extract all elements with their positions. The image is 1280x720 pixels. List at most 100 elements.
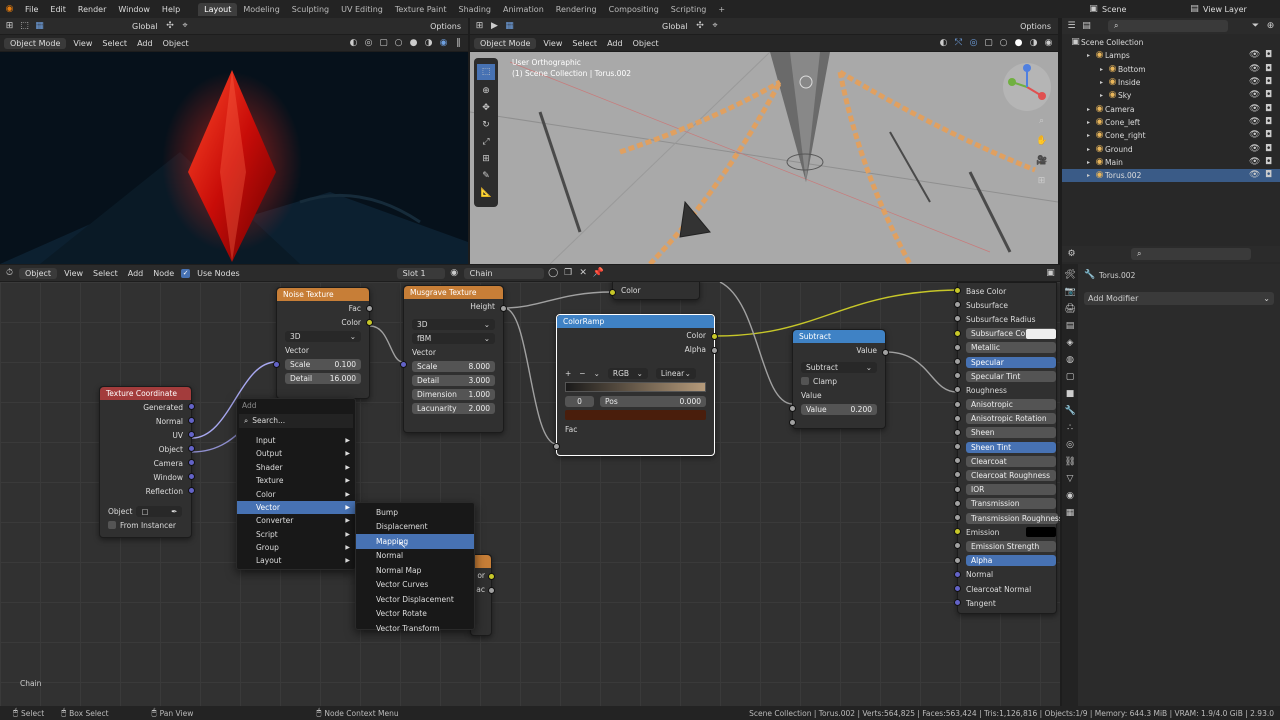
outliner-item[interactable]: ▸ ◉ Lamps 👁 ◘ <box>1062 49 1280 62</box>
expand-icon[interactable]: ▸ <box>1083 50 1094 61</box>
pause-render-icon[interactable]: ‖ <box>453 38 464 49</box>
vector-submenu-item[interactable]: Vector Transform <box>356 621 474 636</box>
socket-alpha[interactable] <box>711 347 718 354</box>
render-camera-icon[interactable]: ◘ <box>1263 144 1274 155</box>
expand-icon[interactable]: ▸ <box>1083 104 1094 115</box>
input-socket[interactable] <box>954 372 961 380</box>
render-tab-icon[interactable]: 📷 <box>1065 287 1076 298</box>
color-output-node[interactable]: Color <box>609 282 700 300</box>
render-camera-icon[interactable]: ◘ <box>1263 130 1274 141</box>
bsdf-input-row[interactable]: IOR <box>954 483 1056 497</box>
bsdf-input-row[interactable]: Anisotropic <box>954 398 1056 412</box>
socket-fac[interactable] <box>553 443 560 450</box>
expand-icon[interactable]: ▸ <box>1096 77 1107 88</box>
tab-layout[interactable]: Layout <box>198 2 238 16</box>
add-modifier-button[interactable]: Add Modifier ⌄ <box>1084 292 1274 305</box>
vector-submenu-item[interactable]: Vector Rotate <box>356 607 474 622</box>
bsdf-field[interactable]: Specular Tint <box>966 370 1056 382</box>
render-camera-icon[interactable]: ◘ <box>1263 77 1274 88</box>
tool-tab-icon[interactable]: 🛠 <box>1065 270 1076 281</box>
subsurface-color-swatch[interactable] <box>1026 328 1056 339</box>
bsdf-field[interactable]: Transmission <box>966 498 1056 510</box>
add-menu-item[interactable]: Vector ▶ <box>237 500 355 515</box>
input-socket[interactable] <box>954 400 961 408</box>
bsdf-field[interactable]: Transmission Roughness <box>966 512 1060 524</box>
scale-tool-icon[interactable]: ⤢ <box>481 137 492 148</box>
options-dropdown[interactable]: Options <box>427 22 464 31</box>
visibility-eye-icon[interactable]: 👁 <box>1249 104 1260 115</box>
bsdf-field[interactable]: Sheen Tint <box>966 441 1056 453</box>
socket-value-out[interactable] <box>882 349 889 356</box>
display-mode-icon[interactable]: ▤ <box>1081 21 1092 32</box>
menu-object[interactable]: Object <box>630 39 662 48</box>
annotate-tool-icon[interactable]: ✎ <box>481 171 492 182</box>
measure-tool-icon[interactable]: 📐 <box>481 188 492 199</box>
render-camera-icon[interactable]: ◘ <box>1263 157 1274 168</box>
bsdf-field[interactable]: Specular <box>966 356 1056 368</box>
bsdf-field[interactable]: IOR <box>966 484 1056 496</box>
vector-submenu-item[interactable]: Vector Displacement <box>356 592 474 607</box>
cursor-tool-icon[interactable]: ⊕ <box>481 86 492 97</box>
from-instancer-checkbox[interactable] <box>108 521 116 529</box>
output-socket[interactable] <box>188 431 195 438</box>
input-socket[interactable] <box>954 457 961 465</box>
menu-select[interactable]: Select <box>99 39 130 48</box>
clamp-checkbox[interactable] <box>801 377 809 385</box>
subtract-math-node[interactable]: Subtract Value Subtract ⌄ Clamp Value Val… <box>789 329 889 429</box>
bsdf-input-row[interactable]: Emission <box>954 525 1056 539</box>
duplicate-material-icon[interactable]: ❐ <box>563 268 574 279</box>
menu-view[interactable]: View <box>540 39 565 48</box>
dimension-dropdown[interactable]: 3D ⌄ <box>285 330 361 342</box>
add-menu-item[interactable]: Group ▶ <box>237 541 355 554</box>
blender-logo-icon[interactable]: ◉ <box>4 4 15 15</box>
output-socket[interactable] <box>188 445 195 452</box>
outliner-item[interactable]: ▸ ◉ Sky 👁 ◘ <box>1062 89 1280 102</box>
unlink-icon[interactable]: ✕ <box>578 268 589 279</box>
scene-name[interactable]: Scene <box>1099 5 1189 14</box>
bsdf-input-row[interactable]: Specular <box>954 355 1056 369</box>
object-tab-icon[interactable]: ■ <box>1065 389 1076 400</box>
scale-field[interactable]: Scale 8.000 <box>412 360 495 372</box>
pan-hand-icon[interactable]: ✋ <box>1036 136 1047 147</box>
visibility-eye-icon[interactable]: 👁 <box>1249 50 1260 61</box>
tab-rendering[interactable]: Rendering <box>550 3 603 16</box>
socket-value-in-2[interactable] <box>789 419 796 426</box>
menu-add[interactable]: Add <box>134 39 156 48</box>
chevron-down-icon[interactable]: ⌄ <box>594 369 600 378</box>
modifier-tab-icon[interactable]: 🔧 <box>1065 406 1076 417</box>
gizmo-icon[interactable]: ⤲ <box>953 38 964 49</box>
bsdf-input-row[interactable]: Normal <box>954 568 1056 582</box>
bsdf-input-row[interactable]: Clearcoat Normal <box>954 582 1056 596</box>
expand-icon[interactable]: ▸ <box>1083 144 1094 155</box>
bsdf-input-row[interactable]: Subsurface <box>954 298 1056 312</box>
shading-material-icon[interactable]: ◑ <box>1028 38 1039 49</box>
menu-object[interactable]: Object <box>160 39 192 48</box>
visibility-eye-icon[interactable]: 👁 <box>1249 130 1260 141</box>
output-socket[interactable] <box>188 417 195 424</box>
socket-vector[interactable] <box>273 361 280 368</box>
rotate-tool-icon[interactable]: ↻ <box>481 120 492 131</box>
output-socket[interactable] <box>188 487 195 494</box>
bsdf-input-row[interactable]: Clearcoat <box>954 454 1056 468</box>
expand-icon[interactable]: ▸ <box>1083 117 1094 128</box>
object-picker[interactable]: ▢ ✒ <box>136 505 183 517</box>
bsdf-input-row[interactable]: Subsurface Color <box>954 327 1056 341</box>
outliner-scene-collection[interactable]: ▣ Scene Collection <box>1062 36 1280 49</box>
input-socket[interactable] <box>954 499 961 507</box>
visibility-eye-icon[interactable]: 👁 <box>1249 90 1260 101</box>
input-socket[interactable] <box>954 287 961 294</box>
menu-window[interactable]: Window <box>112 5 156 14</box>
scene-tab-icon[interactable]: ◈ <box>1065 338 1076 349</box>
add-menu-item[interactable]: Shader ▶ <box>237 461 355 474</box>
outliner-item[interactable]: ▸ ◉ Cone_left 👁 ◘ <box>1062 116 1280 129</box>
editor-type-icon[interactable]: ☰ <box>1066 21 1077 32</box>
select-mode-icon[interactable]: ▦ <box>504 21 515 32</box>
bsdf-input-row[interactable]: Transmission Roughness <box>954 511 1060 525</box>
input-socket[interactable] <box>954 485 961 493</box>
stop-color-swatch[interactable] <box>565 410 706 420</box>
select-tool-icon[interactable]: ⬚ <box>19 21 30 32</box>
socket-output[interactable] <box>488 573 495 580</box>
tab-scripting[interactable]: Scripting <box>665 3 713 16</box>
input-socket[interactable] <box>954 584 961 592</box>
value-field[interactable]: Value 0.200 <box>801 403 877 415</box>
